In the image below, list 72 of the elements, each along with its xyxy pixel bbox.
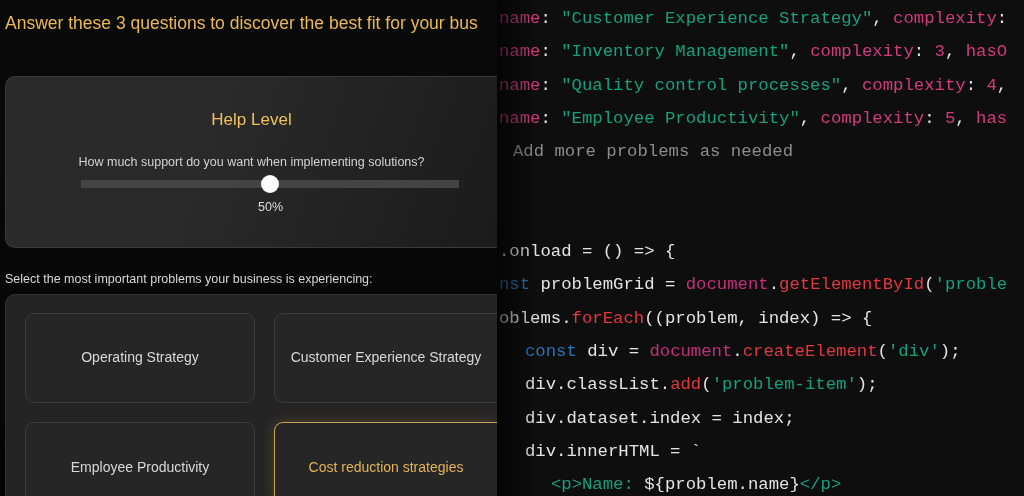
code-text: ${problem.name} (644, 475, 800, 495)
code-text: oblems. (499, 308, 572, 328)
code-text: . (732, 341, 743, 361)
code-method: createElement (742, 341, 878, 361)
code-number: 5 (945, 108, 956, 128)
code-string: </p> (799, 475, 842, 495)
code-string: 'div' (887, 341, 940, 361)
problem-option[interactable]: Customer Experience Strategy (274, 312, 497, 403)
code-text: , (841, 75, 853, 95)
card-title: Help Level (210, 109, 293, 131)
code-object: document (649, 341, 733, 361)
code-string: "Quality control processes" (561, 75, 842, 95)
code-keyword: nst (499, 275, 531, 295)
code-text: ( (877, 341, 888, 361)
code-text: : (924, 108, 936, 128)
problem-option[interactable]: Cost reduction strategies (274, 422, 497, 496)
code-text: : (540, 108, 552, 128)
code-number: 3 (934, 42, 945, 62)
code-text: : (540, 9, 552, 28)
code-comment: Add more problems as needed (512, 142, 793, 162)
code-property: complexity (862, 75, 966, 95)
code-method: forEach (571, 308, 645, 328)
code-string: 'proble (934, 275, 1008, 295)
code-string: "Customer Experience Strategy" (561, 9, 873, 28)
code-text: : (996, 9, 1008, 28)
code-text: div.dataset.index = index; (524, 408, 795, 428)
code-text: , (799, 108, 812, 128)
code-string: "Inventory Management" (561, 42, 790, 62)
code-property: name (499, 75, 541, 95)
code-property: complexity (820, 108, 925, 128)
code-text: div.innerHTML = ` (524, 441, 702, 461)
code-string: <p>Name: (550, 475, 635, 495)
code-text: : (913, 42, 926, 62)
intro-text: Answer these 3 questions to discover the best fit for your bus (4, 12, 479, 34)
code-method: add (670, 375, 702, 395)
code-text: : (965, 75, 978, 95)
code-text: .onload = () => { (499, 242, 676, 262)
code-text: : (540, 42, 552, 62)
code-text: , (945, 42, 957, 62)
code-object: document (685, 275, 769, 295)
code-property: name (499, 9, 541, 28)
code-method: getElementById (779, 275, 925, 295)
code-text: ( (924, 275, 935, 295)
code-text: ); (856, 375, 878, 395)
question-text: How much support do you want when implementing solutions? (77, 153, 426, 171)
slider-thumb[interactable] (261, 175, 279, 194)
code-text: div = (586, 341, 641, 361)
code-text: , (872, 9, 884, 28)
code-property: hasO (965, 42, 1008, 62)
problems-prompt: Select the most important problems your business is experiencing: (4, 271, 374, 288)
code-text: . (768, 275, 780, 295)
code-property: has (976, 108, 1008, 128)
code-text: : (540, 75, 552, 95)
problem-option[interactable]: Operating Strategy (25, 312, 255, 403)
code-property: name (499, 42, 541, 62)
code-string: 'problem-item' (711, 375, 857, 395)
code-text: , (789, 42, 801, 62)
code-string: "Employee Productivity" (561, 108, 800, 128)
code-text: ); (939, 341, 961, 361)
problem-option[interactable]: Employee Productivity (25, 422, 255, 496)
code-property: complexity (893, 9, 997, 28)
code-property: name (499, 108, 541, 128)
code-text: problemGrid = (539, 275, 677, 295)
code-text: ( (701, 375, 712, 395)
code-number: 4 (986, 75, 997, 95)
slider-value: 50% (257, 199, 284, 217)
code-text: , (996, 75, 1008, 95)
code-text: , (955, 108, 967, 128)
code-keyword: const (524, 341, 577, 361)
code-text: div.classList. (524, 375, 671, 395)
code-property: complexity (810, 42, 914, 62)
code-text: ((problem, index) => { (644, 308, 873, 328)
